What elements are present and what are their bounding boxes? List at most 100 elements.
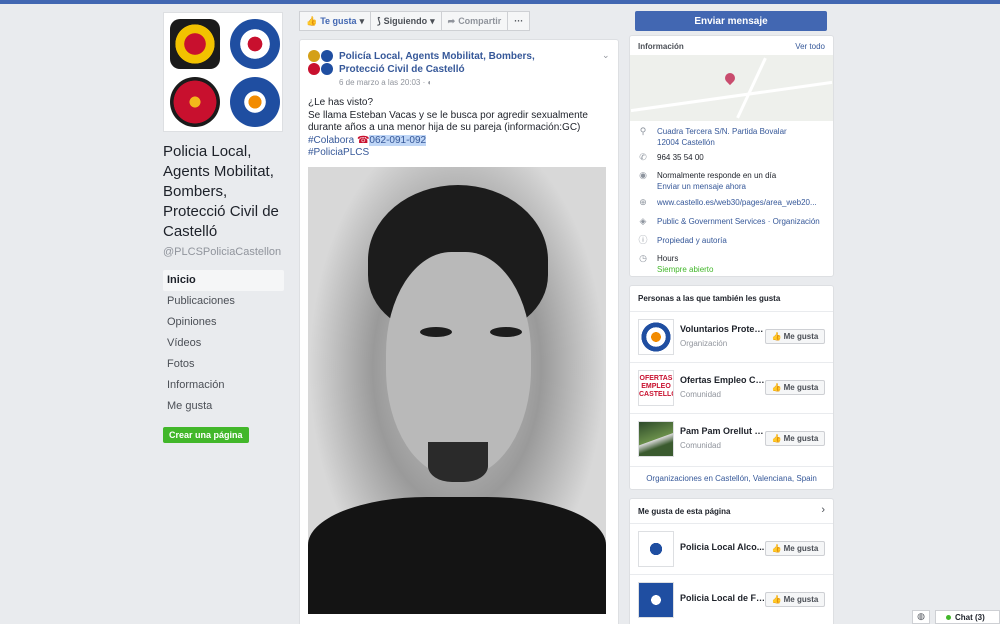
post-line-contact: #Colabora ☎062-091-092	[308, 134, 613, 148]
page-likes-card: Me gusta de esta página › Policia Local …	[629, 498, 834, 624]
ofertas-thumb[interactable]: OFERTAS EMPLEO CASTELLON	[638, 370, 674, 406]
address-line-1: Cuadra Tercera S/N. Partida Bovalar	[657, 127, 787, 136]
globe-icon[interactable]: ◍	[912, 610, 930, 624]
rss-icon: ⟆	[377, 15, 381, 26]
phone-text: 964 35 54 00	[657, 153, 704, 162]
like-page-button[interactable]: 👍 Te gusta ▾	[299, 11, 372, 31]
share-arrow-icon: ➦	[447, 15, 456, 26]
alcobendas-thumb[interactable]	[638, 531, 674, 567]
like-label: Me gusta	[783, 383, 819, 392]
messenger-icon: ◉	[639, 170, 647, 180]
page-name-link[interactable]: Voluntarios Protecc...	[680, 324, 768, 334]
thumbs-up-icon: 👍	[306, 15, 318, 26]
thumbs-up-icon: 👍	[771, 544, 782, 553]
website-link[interactable]: www.castello.es/web30/pages/area_web20..…	[657, 197, 829, 208]
post-card: Policía Local, Agents Mobilitat, Bombers…	[299, 39, 619, 624]
profile-picture[interactable]	[163, 12, 283, 132]
chevron-right-icon[interactable]: ›	[821, 504, 825, 516]
voluntarios-thumb[interactable]	[638, 319, 674, 355]
ownership-link[interactable]: Propiedad y autoría	[657, 235, 829, 246]
nav-item-me-gusta[interactable]: Me gusta	[163, 396, 284, 417]
list-item: Pam Pam Orellut Ho... Comunidad 👍 Me gust…	[630, 413, 833, 464]
post-line-description: Se llama Esteban Vacas y se le busca por…	[308, 109, 588, 134]
phone-number[interactable]: 062-091-092	[369, 134, 427, 146]
info-icon: ⓘ	[638, 235, 648, 245]
page-action-bar: 👍 Te gusta ▾ ⟆ Siguiendo ▾ ➦ Compartir ·…	[299, 11, 531, 31]
info-card: Información Ver todo ⚲ Cuadra Tercera S/…	[629, 35, 834, 277]
like-button[interactable]: 👍 Me gusta	[765, 541, 825, 556]
nav-item-opiniones[interactable]: Opiniones	[163, 312, 284, 333]
hours-label: Hours	[657, 254, 679, 263]
page-name-link[interactable]: Ofertas Empleo Cas...	[680, 375, 768, 385]
mobility-agents-logo	[230, 19, 280, 69]
telephone-icon: ☎	[356, 134, 370, 146]
page-name-link[interactable]: Policia Local Alco...	[680, 542, 768, 552]
page-name-link[interactable]: Policia Local de Fu...	[680, 593, 768, 603]
like-button[interactable]: 👍 Me gusta	[765, 380, 825, 395]
like-label: Me gusta	[783, 595, 819, 604]
category-link[interactable]: Public & Government Services · Organizac…	[657, 216, 829, 227]
location-pin-icon: ⚲	[639, 126, 647, 136]
like-label: Me gusta	[783, 434, 819, 443]
firefighters-logo	[170, 77, 220, 127]
like-button[interactable]: 👍 Me gusta	[765, 592, 825, 607]
post-author[interactable]: Policía Local, Agents Mobilitat, Bombers…	[339, 50, 579, 76]
also-like-title: Personas a las que también les gusta	[638, 294, 781, 303]
hashtag-policiaplcs[interactable]: #PoliciaPLCS	[308, 147, 613, 160]
left-column: Policia Local, Agents Mobilitat, Bombers…	[163, 12, 284, 443]
list-item: OFERTAS EMPLEO CASTELLON Ofertas Empleo …	[630, 362, 833, 413]
info-see-all-link[interactable]: Ver todo	[795, 42, 825, 51]
fuenlabrada-thumb[interactable]	[638, 582, 674, 618]
send-message-button[interactable]: Enviar mensaje	[635, 11, 827, 31]
share-label: Compartir	[458, 16, 502, 26]
chat-button[interactable]: Chat (3)	[935, 610, 1000, 624]
nav-item-inicio[interactable]: Inicio	[163, 270, 284, 291]
thumbs-up-icon: 👍	[771, 383, 782, 392]
like-button[interactable]: 👍 Me gusta	[765, 329, 825, 344]
post-options-chevron-icon[interactable]: ⌄	[602, 50, 610, 61]
address-link[interactable]: Cuadra Tercera S/N. Partida Bovalar 1200…	[657, 126, 829, 148]
like-page-label: Te gusta	[320, 16, 357, 26]
globe-icon: ◐	[427, 78, 433, 87]
page-category: Organización	[680, 339, 728, 348]
page-category: Comunidad	[680, 390, 721, 399]
list-item: Voluntarios Protecc... Organización 👍 Me …	[630, 311, 833, 362]
location-map[interactable]	[630, 55, 833, 121]
following-button[interactable]: ⟆ Siguiendo ▾	[370, 11, 442, 31]
pampam-thumb[interactable]	[638, 421, 674, 457]
list-item: Policia Local de Fu... 👍 Me gusta	[630, 574, 833, 624]
post-time-text: 6 de marzo a las 20:03 ·	[339, 78, 426, 87]
like-label: Me gusta	[783, 332, 819, 341]
caret-down-icon: ▾	[430, 15, 435, 26]
also-like-card: Personas a las que también les gusta Vol…	[629, 285, 834, 490]
nav-item-videos[interactable]: Vídeos	[163, 333, 284, 354]
post-timestamp[interactable]: 6 de marzo a las 20:03 · ◐	[339, 78, 432, 87]
nav-item-informacion[interactable]: Información	[163, 375, 284, 396]
page-handle[interactable]: @PLCSPoliciaCastellon	[163, 246, 284, 258]
share-button[interactable]: ➦ Compartir	[440, 11, 509, 31]
photo-shirt	[308, 497, 606, 614]
hours-open-status: Siempre abierto	[657, 265, 714, 274]
globe-icon: ⊕	[639, 197, 647, 207]
page-name-link[interactable]: Pam Pam Orellut Ho...	[680, 426, 768, 436]
post-message: ¿Le has visto? Se llama Esteban Vacas y …	[308, 97, 613, 160]
post-photo[interactable]	[308, 167, 606, 614]
hashtag-colabora[interactable]: #Colabora	[308, 135, 354, 146]
photo-eye-left	[420, 327, 452, 337]
more-options-button[interactable]: ···	[507, 11, 531, 31]
map-road	[736, 57, 767, 119]
like-button[interactable]: 👍 Me gusta	[765, 431, 825, 446]
send-message-link[interactable]: Enviar un mensaje ahora	[657, 181, 829, 192]
post-avatar[interactable]	[308, 50, 334, 76]
mini-fire-logo	[308, 63, 320, 75]
nav-item-fotos[interactable]: Fotos	[163, 354, 284, 375]
mini-civil-logo	[321, 63, 333, 75]
map-pin-icon	[722, 70, 738, 86]
create-page-button[interactable]: Crear una página	[163, 427, 249, 443]
page-nav: Inicio Publicaciones Opiniones Vídeos Fo…	[163, 270, 284, 417]
phone-icon: ✆	[639, 152, 647, 162]
organizations-link[interactable]: Organizaciones en Castellón, Valenciana,…	[630, 466, 833, 483]
nav-item-publicaciones[interactable]: Publicaciones	[163, 291, 284, 312]
address-line-2: 12004 Castellón	[657, 138, 715, 147]
following-label: Siguiendo	[383, 16, 428, 26]
